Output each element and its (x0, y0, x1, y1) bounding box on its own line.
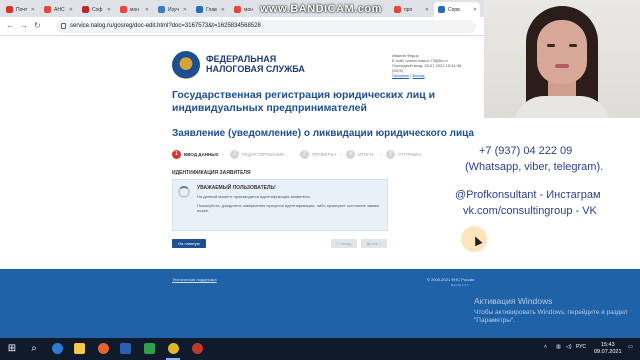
step-submission: 5 ОТПРАВКА (386, 150, 422, 159)
tab-favicon-icon (394, 6, 401, 13)
browser-tab[interactable]: Глав ✕ (192, 2, 228, 17)
webcam-person-eye (569, 44, 577, 47)
browser-tab-active[interactable]: Серв ✕ (434, 2, 480, 17)
close-icon[interactable]: ✕ (31, 7, 35, 13)
url-text: service.nalog.ru/gosreg/doc-edit.html?do… (70, 23, 261, 29)
close-icon[interactable]: ✕ (145, 7, 149, 13)
close-icon[interactable]: ✕ (221, 7, 225, 13)
back-arrow-icon[interactable]: ← (6, 21, 14, 30)
network-icon[interactable]: ▥ (556, 344, 561, 350)
section-title: Заявление (уведомление) о ликвидации юри… (172, 128, 474, 139)
chevron-right-icon: › (340, 152, 342, 158)
windows-taskbar: ⊞ ⌕ ˄ ▥ ◁) РУС 15:43 09.07.2021 ▭ (0, 338, 640, 360)
step-verification: 3 ПРОВЕРКА (300, 150, 336, 159)
chrome-icon[interactable] (168, 343, 179, 354)
reload-icon[interactable]: ↻ (34, 21, 41, 30)
step-input-data: 1 ВВОД ДАННЫХ (172, 150, 219, 159)
windows-activation-title: Активация Windows (474, 296, 553, 306)
step-results: 4 ИТОГИ (346, 150, 373, 159)
webcam-person-face (537, 20, 587, 84)
tab-favicon-icon (438, 6, 445, 13)
browser-tab[interactable]: мон (230, 2, 258, 17)
recording-watermark: www.BANDICAM.com (260, 3, 382, 15)
notifications-icon[interactable]: ▭ (628, 344, 633, 350)
contact-phone: +7 (937) 04 222 09 (479, 145, 573, 157)
browser-tab[interactable]: Соф ✕ (78, 2, 114, 17)
volume-icon[interactable]: ◁) (566, 344, 572, 350)
tab-favicon-icon (120, 6, 127, 13)
home-button[interactable]: На главную (172, 239, 206, 248)
close-icon[interactable]: ✕ (183, 7, 187, 13)
chevron-right-icon: › (380, 152, 382, 158)
search-icon[interactable]: ⌕ (28, 343, 40, 355)
page-title: Государственная регистрация юридических … (172, 89, 436, 114)
user-last-login: Последний вход: 09.07.2021 15:34:38 (МСК… (392, 63, 462, 73)
close-icon[interactable]: ✕ (425, 7, 429, 13)
copyright: © 2005-2021 ФНС России (427, 277, 475, 282)
tab-favicon-icon (6, 6, 13, 13)
lock-icon (61, 23, 66, 29)
contact-instagram: @Profkonsultant - Инстаграм (455, 189, 601, 201)
identification-notice: УВАЖАЕМЫЙ ПОЛЬЗОВАТЕЛЬ! На данный момент… (172, 179, 388, 231)
version-label: Версия 1.0.7 (451, 283, 469, 287)
contact-vk: vk.com/consultingroup - VK (463, 205, 597, 217)
language-indicator[interactable]: РУС (576, 344, 586, 350)
wizard-steps: 1 ВВОД ДАННЫХ › 2 РЕДАКТИРОВАНИЕ › 3 ПРОВЕР… (172, 150, 472, 162)
firefox-icon[interactable] (98, 343, 109, 354)
system-clock[interactable]: 15:43 09.07.2021 (594, 342, 622, 356)
support-link[interactable]: Техническая поддержка (172, 277, 217, 282)
notice-text: Пожалуйста, дождитесь завершения процесс… (197, 203, 380, 213)
page-footer: Техническая поддержка © 2005-2021 ФНС Ро… (0, 269, 640, 338)
webcam-person-mouth (555, 64, 569, 68)
identification-heading: ИДЕНТИФИКАЦИЯ ЗАЯВИТЕЛЯ (172, 170, 251, 176)
browser-tab[interactable]: мон ✕ (116, 2, 152, 17)
fns-emblem-icon (172, 51, 200, 79)
url-field[interactable]: service.nalog.ru/gosreg/doc-edit.html?do… (56, 20, 476, 33)
tab-favicon-icon (196, 6, 203, 13)
notice-title: УВАЖАЕМЫЙ ПОЛЬЗОВАТЕЛЬ! (197, 185, 276, 191)
profile-link[interactable]: Профиль (392, 73, 409, 78)
close-icon[interactable]: ✕ (69, 7, 73, 13)
browser-tab[interactable]: Изуч ✕ (154, 2, 190, 17)
browser-tab[interactable]: про ✕ (390, 2, 432, 17)
loading-spinner-icon (178, 186, 190, 198)
tray-chevron-up-icon[interactable]: ˄ (544, 344, 547, 350)
back-button[interactable]: < Назад (331, 239, 357, 248)
contact-messengers: (Whatsapp, viber, telegram). (465, 161, 604, 173)
excel-icon[interactable] (144, 343, 155, 354)
next-button[interactable]: Далее > (361, 239, 387, 248)
bandicam-icon[interactable] (192, 343, 203, 354)
browser-tab[interactable]: АНС ✕ (40, 2, 76, 17)
webcam-person-eye (547, 44, 555, 47)
windows-start-icon[interactable]: ⊞ (6, 343, 18, 355)
edge-icon[interactable] (52, 343, 63, 354)
tab-favicon-icon (234, 6, 241, 13)
tab-favicon-icon (82, 6, 89, 13)
forward-arrow-icon[interactable]: → (20, 21, 28, 30)
webcam-video (484, 0, 640, 118)
step-editing: 2 РЕДАКТИРОВАНИЕ (230, 150, 284, 159)
tab-favicon-icon (44, 6, 51, 13)
logout-link[interactable]: Выход (413, 73, 425, 78)
close-icon[interactable]: ✕ (107, 7, 111, 13)
file-explorer-icon[interactable] (74, 343, 85, 354)
windows-activation-text: Чтобы активировать Windows, перейдите в … (474, 309, 628, 324)
notice-text: На данный момент производится идентифика… (197, 194, 311, 199)
close-icon[interactable]: ✕ (473, 7, 477, 13)
word-icon[interactable] (120, 343, 131, 354)
chevron-right-icon: › (222, 152, 224, 158)
tab-favicon-icon (158, 6, 165, 13)
site-logo[interactable]: ФЕДЕРАЛЬНАЯ НАЛОГОВАЯ СЛУЖБА (206, 54, 305, 74)
user-info: Иванов Федор E-mail: ivanov.ivanov.73@bk… (392, 53, 462, 78)
browser-tab[interactable]: Почт ✕ (2, 2, 38, 17)
